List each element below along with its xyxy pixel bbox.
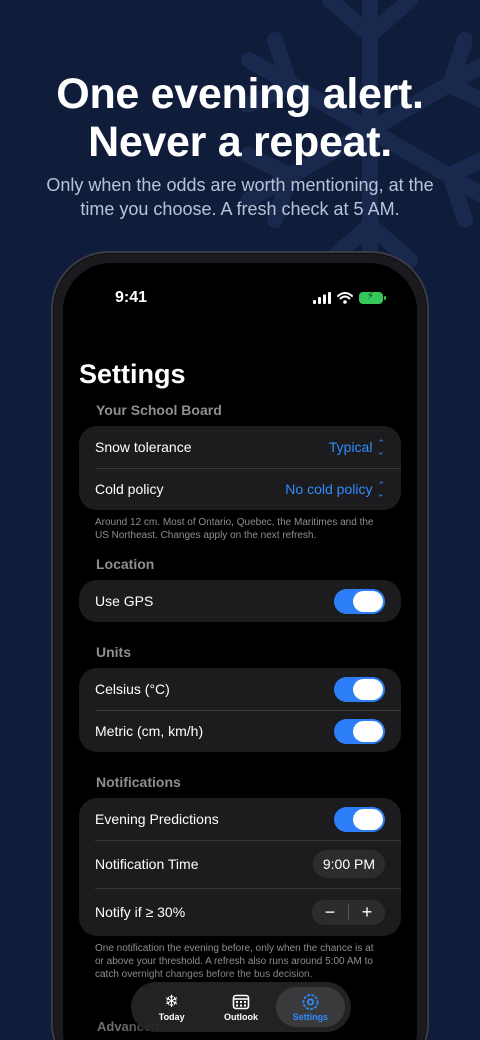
tab-settings[interactable]: Settings [275,987,345,1027]
wifi-icon [337,292,353,304]
celsius-toggle[interactable] [334,676,385,702]
notification-time-picker[interactable]: 9:00 PM [312,850,385,878]
status-bar: 9:41 ⚡ [63,263,417,317]
increment-button[interactable]: + [349,900,385,925]
cold-policy-value: No cold policy [285,481,373,497]
section-label-units: Units [96,644,131,660]
notification-time-row: Notification Time 9:00 PM [79,840,401,888]
gear-icon [302,994,319,1010]
headline-line-2: Never a repeat. [88,118,392,166]
tab-outlook-label: Outlook [223,1012,258,1022]
metric-label: Metric (cm, km/h) [95,723,204,739]
threshold-row: Notify if ≥ 30% − + [79,888,401,936]
celsius-row: Celsius (°C) [79,668,401,710]
tab-settings-label: Settings [292,1012,329,1022]
snow-tolerance-row[interactable]: Snow tolerance Typical ⌃ ⌃ [79,426,401,468]
cold-policy-picker[interactable]: No cold policy ⌃ ⌃ [285,480,385,499]
cold-policy-row[interactable]: Cold policy No cold policy ⌃ ⌃ [79,468,401,510]
use-gps-label: Use GPS [95,593,154,609]
section-label-school-board: Your School Board [96,402,222,418]
status-time: 9:41 [115,289,148,306]
decrement-button[interactable]: − [312,900,348,925]
units-group: Celsius (°C) Metric (cm, km/h) [79,668,401,752]
school-board-group: Snow tolerance Typical ⌃ ⌃ Cold policy No… [79,426,401,510]
toggle-knob [353,590,383,612]
headline-line-1: One evening alert. [56,70,424,118]
battery-charging-icon: ⚡ [359,291,386,304]
chevron-up-down-icon: ⌃ ⌃ [377,438,385,457]
use-gps-toggle[interactable] [334,588,385,614]
chevron-up-down-icon: ⌃ ⌃ [377,480,385,499]
threshold-stepper: − + [312,899,385,925]
notifications-footnote: One notification the evening before, onl… [95,943,374,980]
snow-tolerance-label: Snow tolerance [95,439,192,455]
calendar-icon [232,994,250,1010]
toggle-knob [353,678,383,700]
tab-today-label: Today [158,1012,185,1022]
threshold-label: Notify if ≥ 30% [95,904,186,920]
toggle-knob [353,808,383,830]
cold-policy-label: Cold policy [95,481,164,497]
snow-tolerance-picker[interactable]: Typical ⌃ ⌃ [328,438,385,457]
status-icons: ⚡ [313,291,386,304]
notifications-group: Evening Predictions Notification Time 9:… [79,798,401,936]
metric-row: Metric (cm, km/h) [79,710,401,752]
phone-frame: 9:41 ⚡ Settings Your School Board Snow t… [51,251,429,1040]
metric-toggle[interactable] [334,718,385,744]
tab-bar: ❄ Today Outlook Settings [131,982,351,1032]
tab-today[interactable]: ❄ Today [137,987,206,1027]
celsius-label: Celsius (°C) [95,681,170,697]
subheadline: Only when the odds are worth mentioning,… [46,175,434,219]
notification-time-label: Notification Time [95,856,199,872]
toggle-knob [353,720,383,742]
evening-predictions-row: Evening Predictions [79,798,401,840]
snow-tolerance-value: Typical [328,439,373,455]
school-board-footnote: Around 12 cm. Most of Ontario, Quebec, t… [95,517,374,541]
evening-predictions-toggle[interactable] [334,806,385,832]
cellular-signal-icon [313,292,331,304]
phone-screen: 9:41 ⚡ Settings Your School Board Snow t… [63,263,417,1040]
page-title: Settings [79,359,186,389]
settings-content: Settings Your School Board Snow toleranc… [79,359,401,981]
location-group: Use GPS [79,580,401,622]
tab-outlook[interactable]: Outlook [206,987,275,1027]
headline: One evening alert. Never a repeat. [0,70,480,166]
snowflake-icon: ❄ [164,992,179,1011]
use-gps-row: Use GPS [79,580,401,622]
evening-predictions-label: Evening Predictions [95,811,219,827]
section-label-notifications: Notifications [96,774,181,790]
section-label-location: Location [96,556,155,572]
